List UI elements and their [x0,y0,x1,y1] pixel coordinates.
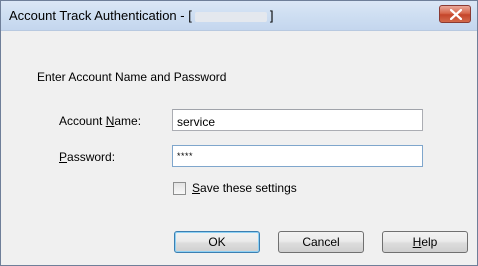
help-button[interactable]: Help [382,231,468,253]
window-title-prefix: Account Track Authentication - [ [9,8,192,23]
ok-button[interactable]: OK [174,231,260,253]
account-name-label: Account Name: [59,114,141,128]
account-name-label-post: ame: [114,114,142,128]
help-label-post: elp [421,235,438,249]
close-icon [450,9,462,20]
window-title-suffix: ] [269,8,274,23]
dialog-content: Enter Account Name and Password Account … [1,32,477,265]
password-label-accesskey: P [59,150,68,164]
window-title: Account Track Authentication - [] [9,8,273,23]
title-bar[interactable]: Account Track Authentication - [] [1,1,477,31]
password-label-post: assword: [67,150,116,164]
password-field[interactable]: **** [172,145,423,167]
save-settings-label[interactable]: Save these settings [192,181,297,195]
password-mask: **** [177,151,194,161]
password-label: Password: [59,150,115,164]
instruction-text: Enter Account Name and Password [37,70,227,84]
account-name-field[interactable] [172,109,423,131]
save-settings-accesskey: S [192,181,201,195]
save-settings-label-post: ave these settings [200,181,297,195]
authentication-dialog: Account Track Authentication - [] Enter … [0,0,478,266]
save-settings-checkbox[interactable] [173,182,186,195]
close-button[interactable] [439,5,471,23]
cancel-button[interactable]: Cancel [278,231,364,253]
redacted-device-name [194,11,267,22]
account-name-label-pre: Account [59,114,106,128]
